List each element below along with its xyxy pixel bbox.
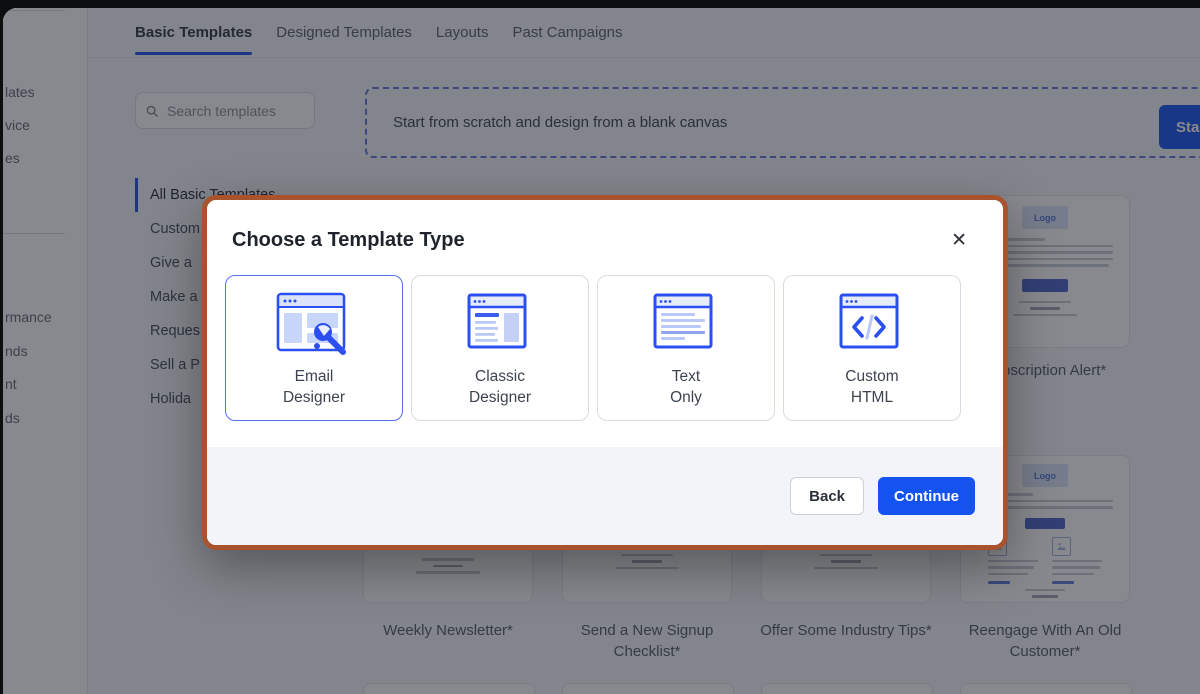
- back-button[interactable]: Back: [790, 477, 864, 515]
- option-classic-designer[interactable]: Classic Designer: [411, 275, 589, 421]
- option-text-only[interactable]: Text Only: [597, 275, 775, 421]
- modal-header: Choose a Template Type ✕: [207, 200, 1003, 275]
- email-designer-icon: [266, 289, 362, 363]
- option-label: Classic Designer: [454, 367, 546, 409]
- choose-template-type-modal: Choose a Template Type ✕: [207, 200, 1003, 545]
- option-label: Email Designer: [268, 367, 360, 409]
- custom-html-icon: [824, 289, 920, 363]
- text-only-icon: [638, 289, 734, 363]
- close-icon[interactable]: ✕: [945, 230, 973, 251]
- option-label: Text Only: [660, 367, 712, 409]
- app-window: lates vice es rmance nds nt ds Basic Tem…: [3, 8, 1200, 694]
- continue-button[interactable]: Continue: [878, 477, 975, 515]
- option-label: Custom HTML: [826, 367, 918, 409]
- option-custom-html[interactable]: Custom HTML: [783, 275, 961, 421]
- modal-title: Choose a Template Type: [232, 229, 465, 252]
- modal-footer: Back Continue: [207, 447, 1003, 545]
- option-email-designer[interactable]: Email Designer: [225, 275, 403, 421]
- classic-designer-icon: [452, 289, 548, 363]
- modal-highlight-border: Choose a Template Type ✕: [202, 195, 1008, 550]
- modal-body: Email Designer: [207, 275, 1003, 421]
